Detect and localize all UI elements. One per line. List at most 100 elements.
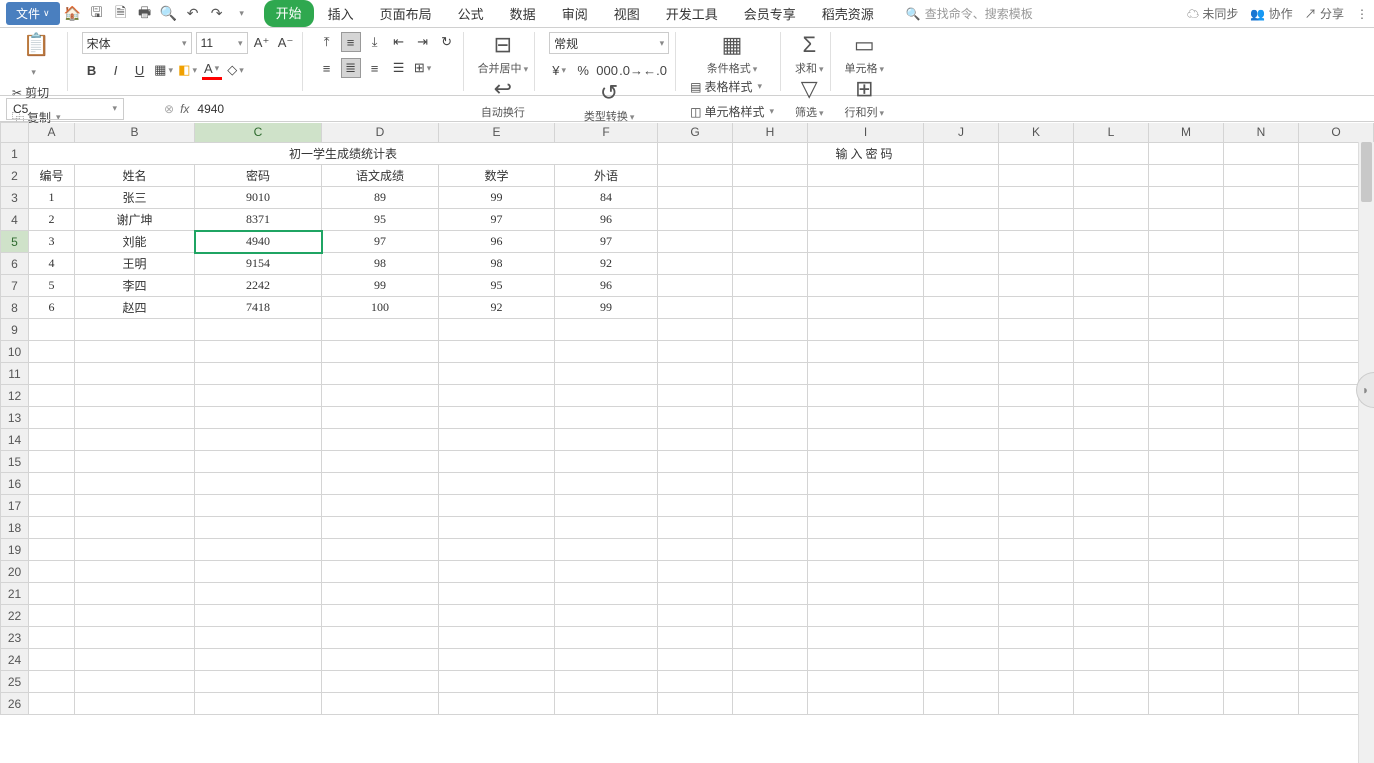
cell-L22[interactable]	[1074, 605, 1149, 627]
cell-G16[interactable]	[658, 473, 733, 495]
cell-A3[interactable]: 1	[29, 187, 75, 209]
cell-A17[interactable]	[29, 495, 75, 517]
cell-D9[interactable]	[322, 319, 439, 341]
cell-B23[interactable]	[75, 627, 195, 649]
align-top[interactable]: ⤒	[317, 32, 337, 52]
cell-E11[interactable]	[439, 363, 555, 385]
cell-I23[interactable]	[808, 627, 924, 649]
grid[interactable]: ABCDEFGHIJKLMNO1初一学生成绩统计表输入密码2编号姓名密码语文成绩…	[0, 122, 1374, 715]
cell-G19[interactable]	[658, 539, 733, 561]
cell-I17[interactable]	[808, 495, 924, 517]
cell-L13[interactable]	[1074, 407, 1149, 429]
cell-N4[interactable]	[1224, 209, 1299, 231]
cell-J23[interactable]	[924, 627, 999, 649]
cell-J8[interactable]	[924, 297, 999, 319]
sum-button[interactable]: Σ求和	[795, 32, 824, 76]
cell-E4[interactable]: 97	[439, 209, 555, 231]
paste-button[interactable]: 📋	[23, 32, 50, 58]
cell-M25[interactable]	[1149, 671, 1224, 693]
cell-E16[interactable]	[439, 473, 555, 495]
cell-G1[interactable]	[658, 143, 733, 165]
paste-dd[interactable]	[23, 62, 43, 82]
cell-M6[interactable]	[1149, 253, 1224, 275]
cell-N11[interactable]	[1224, 363, 1299, 385]
cell-L6[interactable]	[1074, 253, 1149, 275]
cell-I26[interactable]	[808, 693, 924, 715]
cell-C7[interactable]: 2242	[195, 275, 322, 297]
tab-layout[interactable]: 页面布局	[368, 0, 444, 27]
grow-font-icon[interactable]: A⁺	[252, 33, 272, 53]
cell-N5[interactable]	[1224, 231, 1299, 253]
cell-N2[interactable]	[1224, 165, 1299, 187]
cell-L19[interactable]	[1074, 539, 1149, 561]
cell-D22[interactable]	[322, 605, 439, 627]
underline-button[interactable]: U	[130, 60, 150, 80]
cell-A10[interactable]	[29, 341, 75, 363]
cell-E12[interactable]	[439, 385, 555, 407]
align-more[interactable]: ⊞	[413, 58, 433, 78]
row-header-2[interactable]: 2	[1, 165, 29, 187]
cell-G18[interactable]	[658, 517, 733, 539]
cell-A15[interactable]	[29, 451, 75, 473]
clear-fmt-button[interactable]: ◇	[226, 60, 246, 80]
name-box[interactable]: C5▾	[6, 98, 124, 120]
cell-D26[interactable]	[322, 693, 439, 715]
cell-J14[interactable]	[924, 429, 999, 451]
cell-H14[interactable]	[733, 429, 808, 451]
cell-I6[interactable]	[808, 253, 924, 275]
cell-G4[interactable]	[658, 209, 733, 231]
tab-start[interactable]: 开始	[264, 0, 314, 27]
cell-style[interactable]: ◫单元格样式	[690, 101, 774, 122]
sync-status[interactable]: ☁ 未同步	[1187, 5, 1238, 22]
cell-C19[interactable]	[195, 539, 322, 561]
cell-D11[interactable]	[322, 363, 439, 385]
cell-B24[interactable]	[75, 649, 195, 671]
cell-J24[interactable]	[924, 649, 999, 671]
fx-cancel-icon[interactable]: ⊗	[164, 102, 174, 116]
row-header-14[interactable]: 14	[1, 429, 29, 451]
cell-N9[interactable]	[1224, 319, 1299, 341]
collab-button[interactable]: 👥 协作	[1250, 5, 1292, 22]
cell-E14[interactable]	[439, 429, 555, 451]
cell-G25[interactable]	[658, 671, 733, 693]
cell-J13[interactable]	[924, 407, 999, 429]
tab-dev[interactable]: 开发工具	[654, 0, 730, 27]
cell-E6[interactable]: 98	[439, 253, 555, 275]
row-header-25[interactable]: 25	[1, 671, 29, 693]
cell-J1[interactable]	[924, 143, 999, 165]
cell-H15[interactable]	[733, 451, 808, 473]
cell-K13[interactable]	[999, 407, 1074, 429]
vertical-scrollbar[interactable]	[1358, 142, 1374, 763]
cell-G26[interactable]	[658, 693, 733, 715]
cell-M12[interactable]	[1149, 385, 1224, 407]
cell-H3[interactable]	[733, 187, 808, 209]
row-header-9[interactable]: 9	[1, 319, 29, 341]
cell-E21[interactable]	[439, 583, 555, 605]
cell-M24[interactable]	[1149, 649, 1224, 671]
cell-C4[interactable]: 8371	[195, 209, 322, 231]
cell-F4[interactable]: 96	[555, 209, 658, 231]
cell-F12[interactable]	[555, 385, 658, 407]
cell-H22[interactable]	[733, 605, 808, 627]
cell-A20[interactable]	[29, 561, 75, 583]
cell-C11[interactable]	[195, 363, 322, 385]
cell-A13[interactable]	[29, 407, 75, 429]
cell-L7[interactable]	[1074, 275, 1149, 297]
cell-G3[interactable]	[658, 187, 733, 209]
cell-B14[interactable]	[75, 429, 195, 451]
cell-D14[interactable]	[322, 429, 439, 451]
cell-G22[interactable]	[658, 605, 733, 627]
cell-F26[interactable]	[555, 693, 658, 715]
cell-F22[interactable]	[555, 605, 658, 627]
cell-C14[interactable]	[195, 429, 322, 451]
cell-L5[interactable]	[1074, 231, 1149, 253]
col-header-L[interactable]: L	[1074, 123, 1149, 143]
cell-C15[interactable]	[195, 451, 322, 473]
currency-icon[interactable]: ¥	[549, 60, 569, 80]
cell-K2[interactable]	[999, 165, 1074, 187]
tab-res[interactable]: 稻壳资源	[810, 0, 886, 27]
cell-B4[interactable]: 谢广坤	[75, 209, 195, 231]
cell-C6[interactable]: 9154	[195, 253, 322, 275]
cell-I22[interactable]	[808, 605, 924, 627]
cell-E3[interactable]: 99	[439, 187, 555, 209]
